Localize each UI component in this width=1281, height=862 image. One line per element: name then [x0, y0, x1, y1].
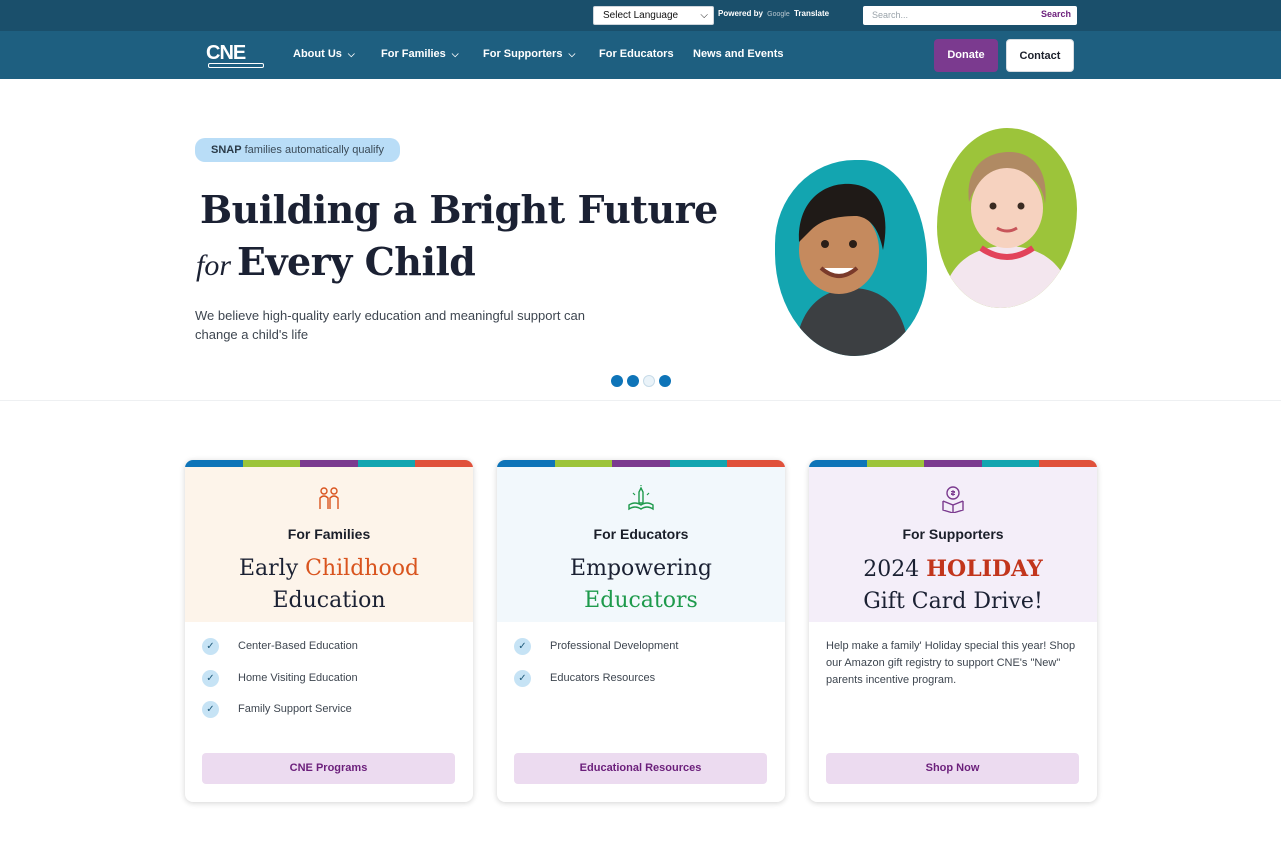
- carousel-dot[interactable]: [643, 375, 655, 387]
- card-kicker: For Educators: [593, 526, 689, 542]
- heading-part: Gift Card Drive!: [863, 589, 1043, 614]
- chevron-down-icon: ⌵: [568, 49, 576, 59]
- list-item[interactable]: ✓ Educators Resources: [514, 669, 678, 701]
- utility-bar: Select Language ⌵ Powered by Google Tran…: [0, 0, 1281, 31]
- main-nav: CNE About Us ⌵ For Families ⌵ For Supporte…: [0, 31, 1281, 79]
- contact-button[interactable]: Contact: [1006, 39, 1074, 72]
- nav-news-and-events[interactable]: News and Events: [693, 48, 783, 60]
- card-heading: Empowering Educators: [497, 553, 785, 617]
- google-logo: Google: [767, 11, 790, 18]
- color-stripe: [497, 460, 785, 467]
- card-for-educators: For Educators Empowering Educators ✓ Prof…: [497, 460, 785, 802]
- list-item[interactable]: ✓ Professional Development: [514, 637, 678, 669]
- heading-accent: Educators: [584, 588, 698, 613]
- heading-part: 2024: [863, 557, 927, 582]
- card-header: For Families Early Childhood Education: [185, 467, 473, 622]
- logo-text: CNE: [206, 42, 246, 64]
- list-item[interactable]: ✓ Family Support Service: [202, 700, 358, 732]
- hero-section: SNAP families automatically qualify Buil…: [0, 79, 1281, 401]
- nav-for-supporters-label: For Supporters: [483, 48, 563, 60]
- card-heading: Early Childhood Education: [185, 553, 473, 617]
- heading-part: Empowering: [570, 556, 712, 581]
- card-list: ✓ Center-Based Education ✓ Home Visiting E…: [202, 637, 358, 732]
- nav-news-and-events-label: News and Events: [693, 48, 784, 60]
- chevron-down-icon: ⌵: [347, 49, 355, 59]
- nav-about-us[interactable]: About Us ⌵: [293, 48, 355, 60]
- hero-title-line2: for Every Child: [196, 239, 476, 284]
- carousel-dot[interactable]: [659, 375, 671, 387]
- card-header: For Educators Empowering Educators: [497, 467, 785, 622]
- list-item-label: Educators Resources: [550, 671, 656, 684]
- translate-label: Translate: [793, 9, 830, 18]
- card-header: For Supporters 2024 HOLIDAY Gift Card Dr…: [809, 467, 1097, 622]
- heading-part: Early: [238, 556, 306, 581]
- book-pencil-icon: [628, 485, 654, 511]
- powered-by-label: Powered by: [718, 9, 763, 18]
- search-box: Search... Search: [863, 6, 1077, 25]
- card-kicker: For Supporters: [902, 526, 1004, 542]
- list-item[interactable]: ✓ Center-Based Education: [202, 637, 358, 669]
- snap-badge-bold: SNAP: [211, 144, 242, 156]
- carousel-dot[interactable]: [611, 375, 623, 387]
- nav-about-us-label: About Us: [293, 48, 342, 60]
- card-description: Help make a family' Holiday special this…: [826, 640, 1076, 686]
- language-select-label: Select Language: [603, 10, 679, 21]
- nav-for-educators-label: For Educators: [599, 48, 674, 60]
- card-kicker: For Families: [287, 526, 371, 542]
- cne-programs-button[interactable]: CNE Programs: [202, 753, 455, 784]
- cne-logo[interactable]: CNE: [206, 43, 264, 69]
- family-icon: [319, 487, 339, 509]
- hero-title-line1: Building a Bright Future: [200, 187, 718, 232]
- card-for-families: For Families Early Childhood Education ✓…: [185, 460, 473, 802]
- nav-for-supporters[interactable]: For Supporters ⌵: [483, 48, 575, 60]
- check-icon: ✓: [514, 638, 531, 655]
- educational-resources-button[interactable]: Educational Resources: [514, 753, 767, 784]
- powered-by-google-translate[interactable]: Powered by Google Translate: [718, 9, 829, 18]
- donation-box-icon: [942, 486, 964, 513]
- color-stripe: [185, 460, 473, 467]
- list-item-label: Center-Based Education: [238, 640, 358, 652]
- list-item-label: Family Support Service: [238, 703, 352, 715]
- snap-badge: SNAP families automatically qualify: [195, 138, 401, 162]
- nav-for-families-label: For Families: [381, 48, 446, 60]
- snap-badge-text: families automatically qualify: [244, 144, 385, 156]
- logo-tagline: [208, 63, 264, 68]
- language-select[interactable]: Select Language ⌵: [593, 6, 714, 25]
- carousel-dots: [611, 374, 675, 387]
- search-button[interactable]: Search: [1041, 9, 1071, 19]
- chevron-down-icon: ⌵: [700, 10, 708, 21]
- check-icon: ✓: [202, 669, 219, 687]
- hero-title-rest: Every Child: [237, 239, 476, 284]
- carousel-dot[interactable]: [627, 375, 639, 387]
- heading-part: Education: [272, 588, 386, 613]
- search-input[interactable]: Search...: [872, 10, 908, 20]
- card-list: ✓ Professional Development ✓ Educators Res…: [514, 637, 678, 700]
- nav-for-families[interactable]: For Families ⌵: [381, 48, 459, 60]
- list-item-label: Professional Development: [550, 640, 679, 652]
- list-item[interactable]: ✓ Home Visiting Education: [202, 669, 358, 701]
- heading-accent: Childhood: [305, 556, 420, 581]
- chevron-down-icon: ⌵: [451, 49, 459, 59]
- card-for-supporters: For Supporters 2024 HOLIDAY Gift Card Dr…: [809, 460, 1097, 802]
- nav-for-educators[interactable]: For Educators: [599, 48, 674, 60]
- hero-title-script: for: [196, 249, 232, 282]
- heading-accent: HOLIDAY: [926, 556, 1043, 582]
- check-icon: ✓: [202, 638, 219, 655]
- hero-subtitle: We believe high-quality early education …: [195, 308, 586, 342]
- shop-now-button[interactable]: Shop Now: [826, 753, 1079, 784]
- list-item-label: Home Visiting Education: [238, 671, 358, 684]
- check-icon: ✓: [202, 701, 219, 718]
- color-stripe: [809, 460, 1097, 467]
- donate-button[interactable]: Donate: [934, 39, 998, 72]
- check-icon: ✓: [514, 669, 531, 687]
- card-heading: 2024 HOLIDAY Gift Card Drive!: [809, 553, 1097, 618]
